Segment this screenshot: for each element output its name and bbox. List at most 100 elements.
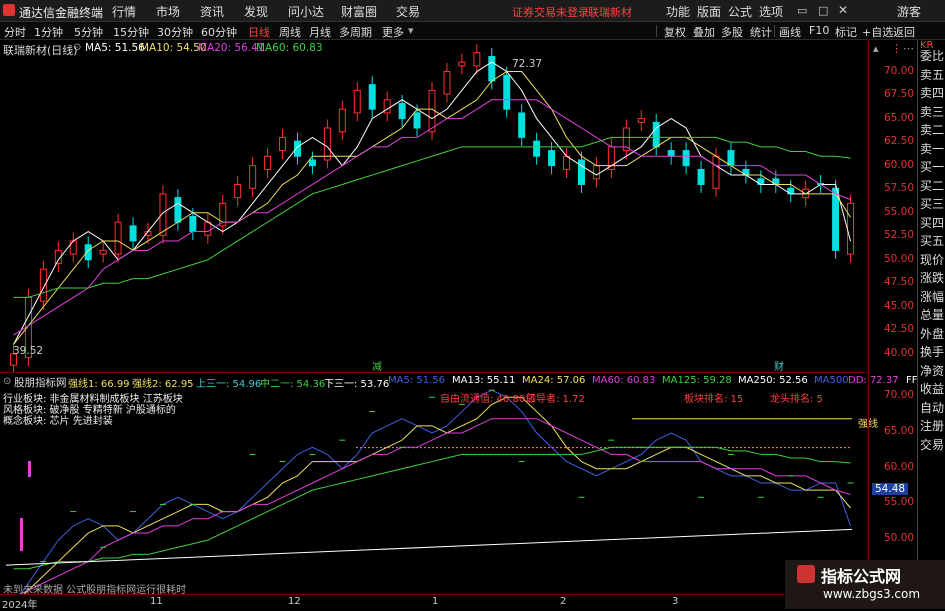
candle-body[interactable] — [727, 150, 735, 167]
event-mark-reduce[interactable]: 减 — [372, 358, 382, 373]
axis-settings-icon[interactable]: ⋮ — [891, 42, 902, 55]
side-panel-item[interactable]: 买三 — [920, 195, 945, 212]
menu-options[interactable]: 选项 — [759, 3, 783, 20]
candle-body[interactable] — [174, 197, 182, 223]
period-tab-weekly[interactable]: 周线 — [279, 24, 301, 40]
tool-draw[interactable]: 画线 — [779, 24, 801, 40]
candle-body[interactable] — [563, 155, 571, 170]
side-panel-item[interactable]: 外盘 — [920, 325, 945, 342]
side-panel-item[interactable]: 卖一 — [920, 140, 945, 157]
menu-ask[interactable]: 问小达 — [288, 3, 324, 20]
menu-news[interactable]: 资讯 — [200, 3, 224, 20]
period-tab-30min[interactable]: 30分钟 — [157, 24, 193, 40]
menu-trade[interactable]: 交易 — [396, 3, 420, 20]
minimize-icon[interactable]: ▭ — [797, 4, 807, 17]
candle-body[interactable] — [338, 108, 346, 133]
candle-body[interactable] — [279, 136, 287, 152]
side-panel-item[interactable]: 总量 — [920, 306, 945, 323]
candle-body[interactable] — [249, 165, 257, 189]
candle-body[interactable] — [114, 221, 122, 255]
axis-options-icon[interactable]: ⋯ — [903, 42, 914, 55]
side-panel-item[interactable]: 注册 — [920, 417, 945, 434]
tool-mark[interactable]: 标记 — [835, 24, 857, 40]
candle-body[interactable] — [129, 225, 137, 242]
candle-body[interactable] — [323, 127, 331, 161]
period-tab-1min[interactable]: 1分钟 — [34, 24, 63, 40]
menu-wealth[interactable]: 财富圈 — [341, 3, 377, 20]
tool-f10[interactable]: F10 — [809, 24, 829, 37]
candle-body[interactable] — [592, 165, 600, 180]
candle-body[interactable] — [548, 150, 556, 167]
side-panel-item[interactable]: 买四 — [920, 214, 945, 231]
candle-body[interactable] — [488, 55, 496, 82]
candle-body[interactable] — [577, 159, 585, 185]
tool-overlay[interactable]: 叠加 — [693, 24, 715, 40]
candle-body[interactable] — [518, 112, 526, 138]
side-panel-item[interactable]: 买一 — [920, 158, 945, 175]
menu-market[interactable]: 行情 — [112, 3, 136, 20]
period-tab-monthly[interactable]: 月线 — [309, 24, 331, 40]
candle-body[interactable] — [234, 183, 242, 199]
axis-menu-icon[interactable]: ▴ — [873, 42, 879, 55]
period-tab-more[interactable]: 更多 — [382, 24, 404, 40]
side-panel-item[interactable]: 买二 — [920, 177, 945, 194]
side-panel-item[interactable]: 收益 — [920, 380, 945, 397]
login-status[interactable]: 证券交易未登录 — [512, 4, 589, 20]
candle-body[interactable] — [667, 150, 675, 157]
close-icon[interactable]: ✕ — [838, 3, 848, 17]
chevron-down-icon[interactable]: ▾ — [408, 24, 414, 37]
settings-circle-icon[interactable]: ⊙ — [3, 376, 11, 387]
tool-back[interactable]: 返回 — [893, 24, 915, 40]
period-tab-60min[interactable]: 60分钟 — [201, 24, 237, 40]
candle-body[interactable] — [443, 71, 451, 95]
period-tab-multi[interactable]: 多周期 — [339, 24, 372, 40]
candle-body[interactable] — [413, 112, 421, 129]
candle-body[interactable] — [189, 215, 197, 233]
side-panel-item[interactable]: 净资 — [920, 362, 945, 379]
candle-body[interactable] — [308, 159, 316, 167]
side-panel-item[interactable]: 卖三 — [920, 103, 945, 120]
period-tab-intraday[interactable]: 分时 — [4, 24, 26, 40]
side-panel-item[interactable]: 涨幅 — [920, 288, 945, 305]
candle-body[interactable] — [533, 140, 541, 157]
kline-canvas[interactable] — [0, 40, 868, 372]
side-panel-item[interactable]: 自动 — [920, 399, 945, 416]
tool-adjust[interactable]: 复权 — [664, 24, 686, 40]
candle-body[interactable] — [398, 103, 406, 120]
candle-body[interactable] — [39, 268, 47, 302]
side-panel-item[interactable]: 换手 — [920, 343, 945, 360]
candle-body[interactable] — [847, 202, 855, 255]
candle-body[interactable] — [682, 150, 690, 167]
menu-layout[interactable]: 版面 — [697, 3, 721, 20]
candle-body[interactable] — [637, 118, 645, 123]
settings-circle-icon[interactable]: ⊙ — [73, 42, 81, 53]
indicator-sub-chart[interactable]: ⊙ 股朋指标网 强线1: 66.99 强线2: 62.95 上三一: 54.96 中二… — [0, 372, 945, 596]
maximize-icon[interactable]: □ — [818, 4, 828, 17]
candle-body[interactable] — [99, 249, 107, 255]
candle-body[interactable] — [712, 155, 720, 189]
menu-formula[interactable]: 公式 — [728, 3, 752, 20]
period-tab-daily[interactable]: 日线 — [248, 24, 270, 40]
period-tab-5min[interactable]: 5分钟 — [74, 24, 103, 40]
candle-body[interactable] — [697, 168, 705, 185]
side-panel-item[interactable]: 委比 — [920, 47, 945, 64]
period-tab-15min[interactable]: 15分钟 — [113, 24, 149, 40]
candle-body[interactable] — [458, 61, 466, 67]
main-kline-chart[interactable]: 联瑞新材(日线) ⊙ MA5: 51.56 MA10: 54.50 MA20: … — [0, 40, 868, 373]
side-panel-item[interactable]: 涨跌 — [920, 269, 945, 286]
side-panel-item[interactable]: 卖四 — [920, 84, 945, 101]
candle-body[interactable] — [503, 74, 511, 110]
event-mark-finance[interactable]: 财 — [774, 358, 784, 373]
tool-multi-stock[interactable]: 多股 — [721, 24, 743, 40]
side-panel-item[interactable]: 卖五 — [920, 66, 945, 83]
side-panel-item[interactable]: 买五 — [920, 232, 945, 249]
candle-body[interactable] — [204, 221, 212, 236]
candle-body[interactable] — [264, 155, 272, 170]
side-panel-item[interactable]: 交易 — [920, 436, 945, 453]
side-panel-item[interactable]: 卖二 — [920, 121, 945, 138]
menu-discover[interactable]: 发现 — [244, 3, 268, 20]
menu-function[interactable]: 功能 — [666, 3, 690, 20]
candle-body[interactable] — [473, 52, 481, 67]
tool-add-watchlist[interactable]: +自选 — [862, 24, 893, 40]
candle-body[interactable] — [353, 89, 361, 114]
